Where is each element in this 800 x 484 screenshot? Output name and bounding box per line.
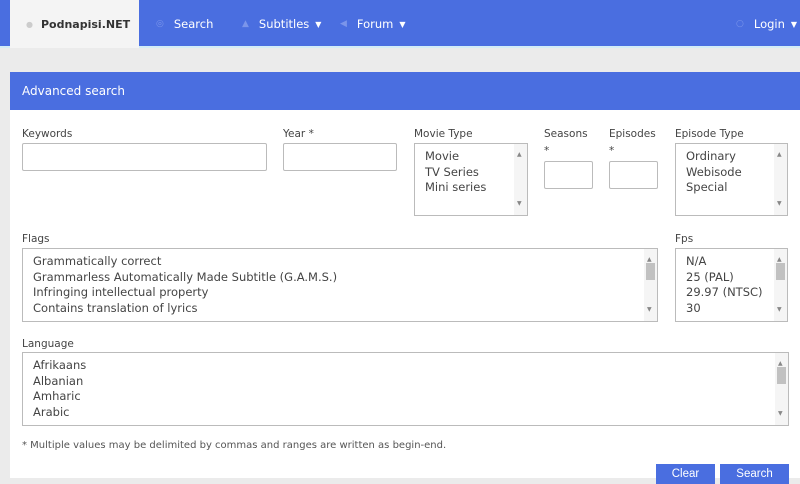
forum-icon: ◀ — [340, 19, 347, 29]
movie-type-label: Movie Type — [414, 128, 473, 140]
nav-search-label: Search — [173, 17, 214, 31]
subtitles-icon: ▲ — [242, 19, 249, 29]
scroll-down-icon: ▼ — [777, 200, 782, 208]
seasons-star: * — [544, 145, 550, 157]
option[interactable]: Afrikaans — [33, 358, 788, 374]
episodes-label: Episodes — [609, 128, 656, 140]
option[interactable]: Infringing intellectual property — [33, 285, 657, 301]
scrollbar[interactable]: ▲ ▼ — [514, 144, 527, 215]
scroll-down-icon: ▼ — [778, 410, 783, 418]
caret-down-icon: ▼ — [790, 19, 798, 29]
fps-label: Fps — [675, 233, 694, 245]
scrollbar[interactable]: ▲ ▼ — [774, 144, 787, 215]
option[interactable]: Amharic — [33, 389, 788, 405]
scroll-thumb[interactable] — [646, 263, 655, 280]
keywords-label: Keywords — [22, 128, 73, 140]
nav-subtitles-label: Subtitles — [258, 17, 310, 31]
fps-select[interactable]: N/A 25 (PAL) 29.97 (NTSC) 30 ▲ ▼ — [675, 248, 788, 322]
scrollbar[interactable]: ▲ ▼ — [644, 249, 657, 321]
scroll-down-icon: ▼ — [517, 200, 522, 208]
caret-down-icon: ▼ — [315, 19, 322, 29]
episode-type-select[interactable]: Ordinary Webisode Special ▲ ▼ — [675, 143, 788, 216]
search-label: Search — [736, 468, 773, 480]
search-button[interactable]: Search — [720, 464, 789, 484]
option[interactable]: Albanian — [33, 374, 788, 390]
option[interactable]: Ordinary — [686, 149, 787, 165]
language-select[interactable]: Afrikaans Albanian Amharic Arabic ▲ ▼ — [22, 352, 789, 426]
scroll-down-icon: ▼ — [777, 306, 782, 314]
option[interactable]: Mini series — [425, 180, 527, 196]
option[interactable]: Grammarless Automatically Made Subtitle … — [33, 270, 657, 286]
seasons-input[interactable] — [544, 161, 593, 189]
episodes-star: * — [609, 145, 615, 157]
year-label: Year * — [283, 128, 314, 140]
option[interactable]: 29.97 (NTSC) — [686, 285, 787, 301]
nav-forum[interactable]: ◀ Forum ▼ — [340, 0, 406, 48]
year-input[interactable] — [283, 143, 397, 171]
nav-forum-label: Forum — [356, 17, 394, 31]
option[interactable]: Arabic — [33, 405, 788, 421]
search-icon: ◎ — [156, 19, 164, 29]
option[interactable]: Contains translation of lyrics — [33, 301, 657, 317]
episodes-input[interactable] — [609, 161, 658, 189]
movie-type-select[interactable]: Movie TV Series Mini series ▲ ▼ — [414, 143, 528, 216]
scroll-thumb[interactable] — [776, 263, 785, 280]
option[interactable]: TV Series — [425, 165, 527, 181]
brand-label: Podnapisi.NET — [40, 17, 131, 31]
top-navbar: ● Podnapisi.NET ◎ Search ▲ Subtitles ▼ ◀ Foru… — [0, 0, 800, 48]
option[interactable]: Grammatically correct — [33, 254, 657, 270]
option[interactable]: N/A — [686, 254, 787, 270]
flags-select[interactable]: Grammatically correct Grammarless Automa… — [22, 248, 658, 322]
home-icon: ● — [26, 19, 33, 29]
nav-login-label: Login — [753, 17, 785, 31]
scroll-up-icon: ▲ — [517, 151, 522, 158]
scroll-thumb[interactable] — [777, 367, 786, 384]
option[interactable]: Special — [686, 180, 787, 196]
nav-login[interactable]: ○ Login ▼ — [736, 0, 797, 48]
option[interactable]: 25 (PAL) — [686, 270, 787, 286]
flags-label: Flags — [22, 233, 50, 245]
panel-title: Advanced search — [10, 72, 800, 110]
power-icon: ○ — [736, 19, 744, 29]
clear-label: Clear — [671, 468, 700, 480]
scroll-down-icon: ▼ — [647, 306, 652, 314]
keywords-input[interactable] — [22, 143, 267, 171]
language-label: Language — [22, 338, 74, 350]
option[interactable]: Webisode — [686, 165, 787, 181]
scrollbar[interactable]: ▲ ▼ — [774, 249, 787, 321]
caret-down-icon: ▼ — [399, 19, 406, 29]
seasons-label: Seasons — [544, 128, 588, 140]
scrollbar[interactable]: ▲ ▼ — [775, 353, 788, 425]
nav-search[interactable]: ◎ Search — [156, 0, 213, 48]
help-note: * Multiple values may be delimited by co… — [22, 440, 447, 451]
brand-link[interactable]: ● Podnapisi.NET — [10, 0, 139, 48]
episode-type-label: Episode Type — [675, 128, 744, 140]
clear-button[interactable]: Clear — [656, 464, 715, 484]
scroll-up-icon: ▲ — [777, 151, 782, 158]
option[interactable]: Movie — [425, 149, 527, 165]
nav-subtitles[interactable]: ▲ Subtitles ▼ — [242, 0, 321, 48]
option[interactable]: 30 — [686, 301, 787, 317]
